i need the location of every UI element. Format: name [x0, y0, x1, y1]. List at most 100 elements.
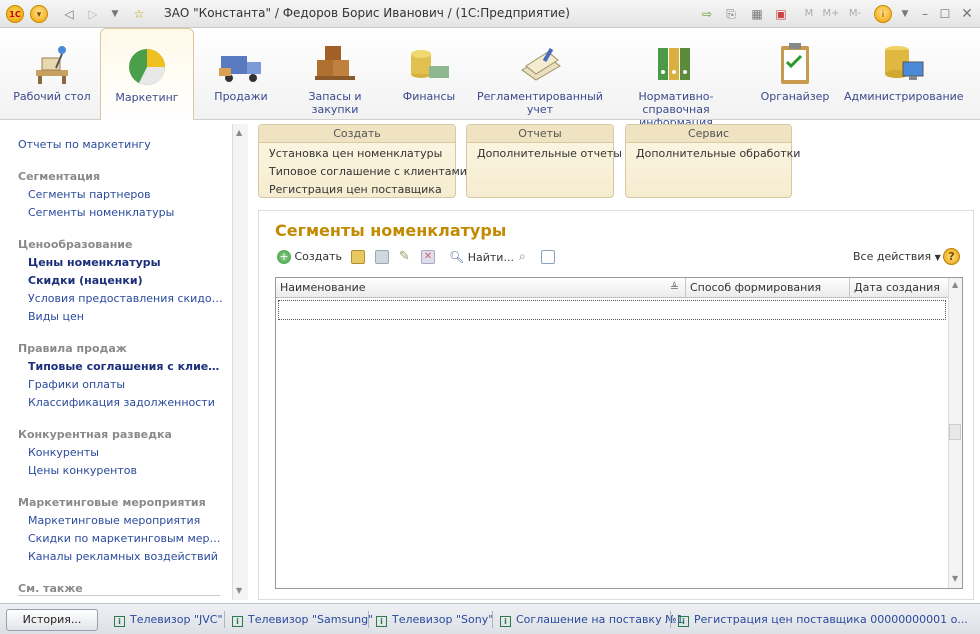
- find-button-label: Найти...: [467, 251, 514, 264]
- scroll-up-icon[interactable]: ▲: [952, 280, 958, 289]
- section-regulated-accounting[interactable]: Регламентированный учет: [476, 28, 604, 120]
- table-header: Наименование ≜ Способ формирования Дата …: [276, 278, 948, 298]
- nav-item[interactable]: Каналы рекламных воздействий: [28, 550, 218, 563]
- nav-item[interactable]: Маркетинговые мероприятия: [28, 514, 200, 527]
- main-menu-icon[interactable]: ▾: [30, 5, 48, 23]
- clipboard-icon: [781, 43, 809, 84]
- section-label: Органайзер: [760, 90, 830, 103]
- maximize-icon[interactable]: ☐: [936, 5, 954, 23]
- nav-item[interactable]: Сегменты номенклатуры: [28, 206, 174, 219]
- find-button[interactable]: 🔍︎ Найти...: [449, 249, 514, 265]
- section-marketing[interactable]: Маркетинг: [100, 28, 194, 120]
- nav-item[interactable]: Скидки (наценки): [28, 274, 143, 287]
- command-group-reports: Отчеты Дополнительные отчеты: [466, 124, 622, 198]
- memory-plus-icon[interactable]: M+: [822, 5, 840, 23]
- nav-item[interactable]: Условия предоставления скидок (н...: [28, 292, 224, 305]
- nav-item[interactable]: Виды цен: [28, 310, 84, 323]
- memory-minus-icon[interactable]: M-: [846, 5, 864, 23]
- section-stock[interactable]: Запасы и закупки: [288, 28, 382, 120]
- section-label: Рабочий стол: [13, 90, 91, 103]
- scroll-down-icon[interactable]: ▼: [952, 574, 958, 583]
- info-icon: i: [678, 616, 689, 627]
- 1c-logo-icon[interactable]: 1С: [6, 5, 24, 23]
- nav-marketing-reports[interactable]: Отчеты по маркетингу: [18, 138, 151, 151]
- form-window: Сегменты номенклатуры + Создать ✎ ✕ 🔍︎ Н…: [258, 210, 974, 600]
- edit-pencil-icon[interactable]: ✎: [399, 249, 410, 264]
- help-icon[interactable]: ?: [943, 248, 960, 265]
- section-label: Маркетинг: [115, 91, 179, 104]
- info-icon[interactable]: i: [874, 5, 892, 23]
- data-table[interactable]: Наименование ≜ Способ формирования Дата …: [275, 277, 963, 589]
- nav-item[interactable]: Классификация задолженности: [28, 396, 215, 409]
- scroll-up-icon[interactable]: ▲: [236, 128, 242, 137]
- history-link[interactable]: i Регистрация цен поставщика 00000000001 …: [678, 613, 974, 627]
- table-scrollbar[interactable]: ▲ ▼: [948, 278, 962, 588]
- table-row-selected[interactable]: [278, 300, 946, 320]
- nav-scrollbar[interactable]: ▲ ▼: [232, 124, 248, 600]
- section-finance[interactable]: Финансы: [384, 28, 474, 120]
- sections-panel: Рабочий стол Маркетинг Продажи Запасы и …: [0, 28, 980, 129]
- nav-item[interactable]: Цены номенклатуры: [28, 256, 161, 269]
- info-dropdown-icon[interactable]: ▼: [896, 5, 914, 23]
- scroll-down-icon[interactable]: ▼: [236, 586, 242, 595]
- boxes-icon: [315, 46, 355, 80]
- all-actions-label: Все действия: [853, 250, 932, 263]
- history-link[interactable]: i Телевизор "JVC": [114, 613, 223, 627]
- link-icon[interactable]: ⎘: [722, 5, 740, 23]
- command-group-create: Создать Установка цен номенклатуры Типов…: [258, 124, 467, 198]
- calendar-icon[interactable]: ▣: [772, 5, 790, 23]
- command-group-service: Сервис Дополнительные обработки: [625, 124, 800, 198]
- command-item[interactable]: Дополнительные отчеты: [477, 147, 622, 160]
- cancel-search-icon[interactable]: ⌕: [519, 249, 526, 264]
- add-folder-icon[interactable]: [351, 250, 365, 264]
- navigation-panel: Отчеты по маркетингу Сегментация Сегмент…: [8, 124, 248, 600]
- create-button[interactable]: + Создать: [277, 249, 342, 265]
- minimize-icon[interactable]: –: [916, 5, 934, 23]
- section-sales[interactable]: Продажи: [196, 28, 286, 120]
- nav-group-title: Сегментация: [18, 170, 101, 183]
- history-dropdown-icon[interactable]: ▼: [106, 5, 124, 23]
- command-item[interactable]: Типовое соглашение с клиентами: [269, 165, 467, 178]
- section-desktop[interactable]: Рабочий стол: [6, 28, 98, 120]
- command-item[interactable]: Регистрация цен поставщика: [269, 183, 442, 196]
- section-label: Продажи: [214, 90, 268, 103]
- section-administration[interactable]: Администрирование: [844, 28, 964, 120]
- section-organizer[interactable]: Органайзер: [748, 28, 842, 120]
- nav-item[interactable]: Типовые соглашения с клиен...: [28, 360, 224, 373]
- nav-item[interactable]: Конкуренты: [28, 446, 99, 459]
- form-title: Сегменты номенклатуры: [275, 221, 507, 240]
- history-link[interactable]: i Телевизор "Samsung": [232, 613, 373, 627]
- dropdown-arrow-icon: ▼: [934, 253, 941, 262]
- command-item[interactable]: Дополнительные обработки: [636, 147, 800, 160]
- nav-item[interactable]: Графики оплаты: [28, 378, 125, 391]
- info-icon: i: [376, 616, 387, 627]
- nav-item[interactable]: Скидки по маркетинговым меропр...: [28, 532, 224, 545]
- favorites-star-icon[interactable]: ☆: [130, 5, 148, 23]
- all-actions-button[interactable]: Все действия ▼: [853, 249, 941, 265]
- command-group-title: Создать: [259, 125, 455, 143]
- report-icon[interactable]: [541, 250, 555, 264]
- calculator-icon[interactable]: ▦: [748, 5, 766, 23]
- binders-icon: [658, 48, 690, 80]
- forward-icon[interactable]: ▷: [84, 5, 102, 23]
- column-header-name[interactable]: Наименование ≜: [276, 278, 686, 298]
- history-button[interactable]: История...: [6, 609, 98, 631]
- nav-group-title: Маркетинговые мероприятия: [18, 496, 206, 509]
- nav-item[interactable]: Сегменты партнеров: [28, 188, 151, 201]
- back-icon[interactable]: ◁: [60, 5, 78, 23]
- history-link[interactable]: i Телевизор "Sony": [376, 613, 493, 627]
- scroll-thumb[interactable]: [949, 424, 961, 440]
- close-icon[interactable]: ✕: [958, 5, 976, 23]
- nav-item[interactable]: Цены конкурентов: [28, 464, 137, 477]
- separator: [670, 611, 671, 628]
- delete-icon[interactable]: ✕: [421, 250, 435, 264]
- history-link[interactable]: i Соглашение на поставку №1: [500, 613, 684, 627]
- copy-icon[interactable]: [375, 250, 389, 264]
- column-header-date[interactable]: Дата создания: [850, 278, 948, 298]
- command-item[interactable]: Установка цен номенклатуры: [269, 147, 442, 160]
- add-favorite-icon[interactable]: ⇨: [698, 5, 716, 23]
- separator: [368, 611, 369, 628]
- column-header-method[interactable]: Способ формирования: [686, 278, 850, 298]
- section-reference-info[interactable]: Нормативно-справочная информация: [606, 28, 746, 129]
- memory-m-icon[interactable]: M: [800, 5, 818, 23]
